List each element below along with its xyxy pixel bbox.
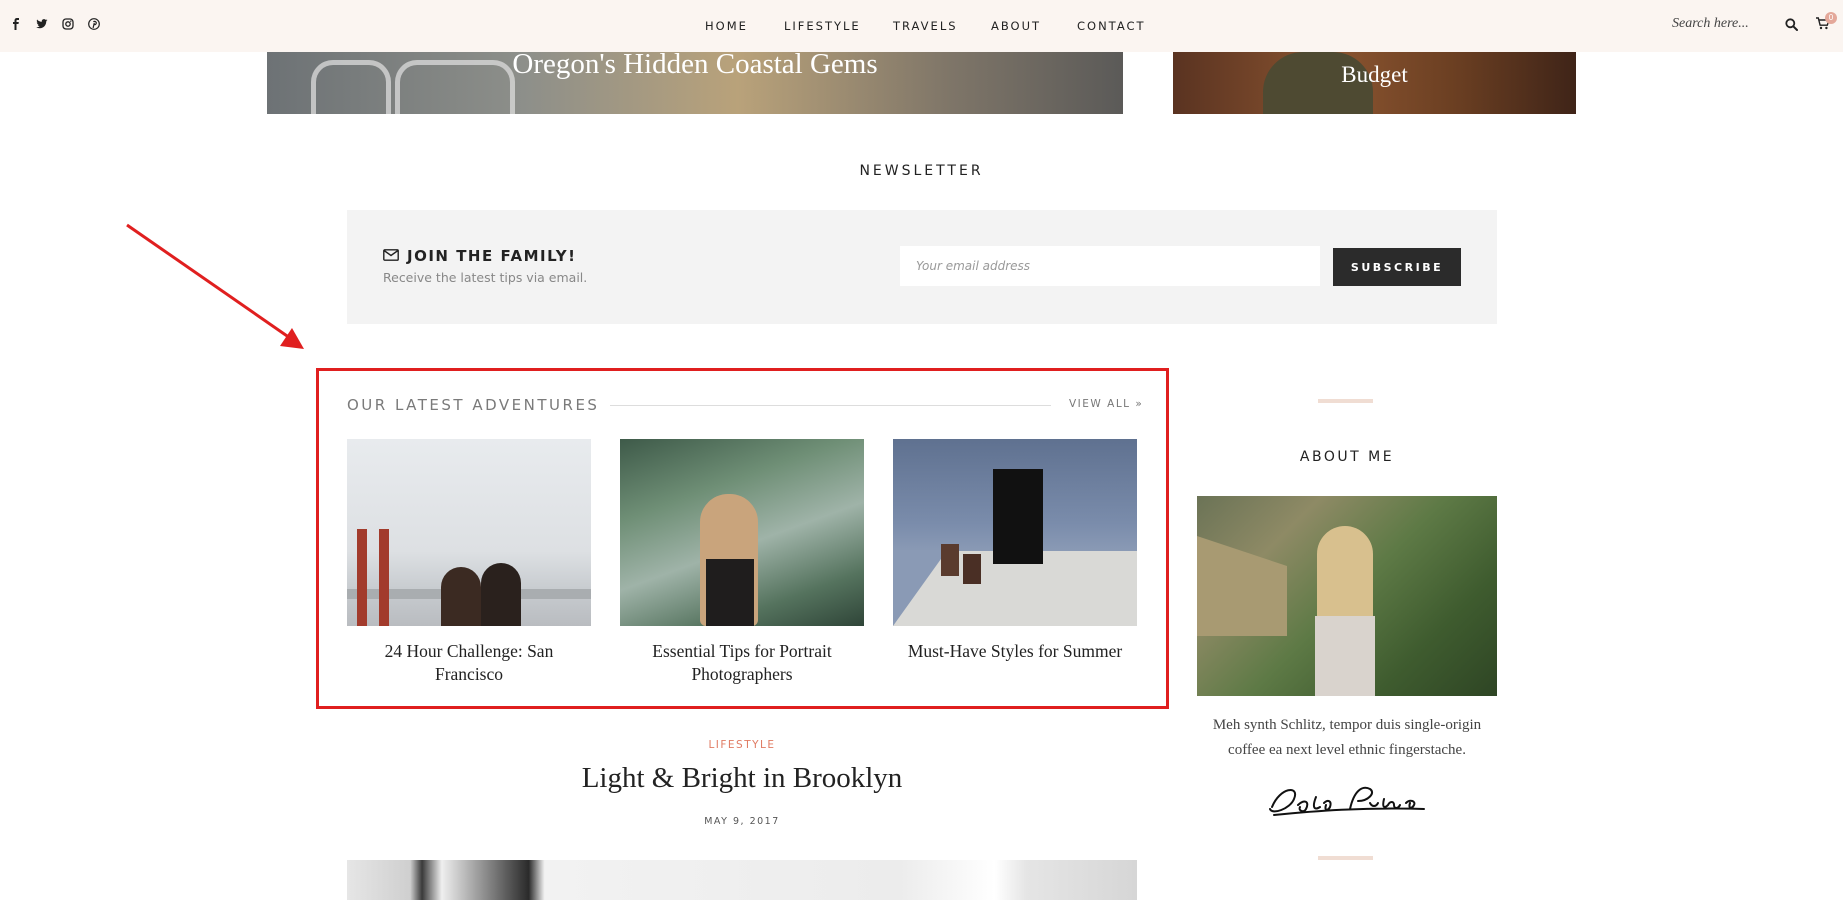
featured-post-image-budget[interactable]: Budget xyxy=(1173,52,1576,114)
post-featured-image[interactable] xyxy=(347,860,1137,900)
post-card-title[interactable]: 24 Hour Challenge: San Francisco xyxy=(347,640,591,686)
sidebar-divider xyxy=(1318,856,1373,860)
sidebar-divider xyxy=(1318,399,1373,403)
nav-item-travels[interactable]: TRAVELS xyxy=(893,19,958,33)
person-shape xyxy=(441,567,481,626)
boot-shape xyxy=(941,544,959,576)
person-shape xyxy=(481,563,521,626)
envelope-icon xyxy=(383,247,399,265)
featured-post-image-oregon[interactable]: Oregon's Hidden Coastal Gems xyxy=(267,52,1123,114)
post-category-link[interactable]: LIFESTYLE xyxy=(347,739,1137,751)
post-thumbnail[interactable] xyxy=(347,439,591,626)
newsletter-box: JOIN THE FAMILY! Receive the latest tips… xyxy=(347,210,1497,324)
nav-item-home[interactable]: HOME xyxy=(705,19,748,33)
post-thumbnail[interactable] xyxy=(893,439,1137,626)
newsletter-subtitle: Receive the latest tips via email. xyxy=(383,270,588,285)
search-input[interactable]: Search here... xyxy=(1672,16,1749,32)
sidebar-heading: ABOUT ME xyxy=(1299,449,1395,465)
about-me-photo xyxy=(1197,496,1497,696)
person-top-shape xyxy=(706,559,754,626)
post-title[interactable]: Light & Bright in Brooklyn xyxy=(347,762,1137,795)
signature-image xyxy=(1269,786,1425,816)
boot-shape xyxy=(963,554,981,584)
annotation-arrow xyxy=(126,223,304,349)
post-card-title[interactable]: Must-Have Styles for Summer xyxy=(893,640,1137,663)
section-divider xyxy=(610,405,1051,406)
featured-post-title[interactable]: Oregon's Hidden Coastal Gems xyxy=(267,52,1123,81)
view-all-link[interactable]: VIEW ALL » xyxy=(1069,398,1143,410)
cart-count-badge: 0 xyxy=(1825,12,1837,24)
subscribe-button[interactable]: SUBSCRIBE xyxy=(1333,248,1461,286)
section-heading: OUR LATEST ADVENTURES xyxy=(347,396,600,414)
post-card[interactable]: Essential Tips for Portrait Photographer… xyxy=(620,439,864,686)
email-field[interactable] xyxy=(900,246,1320,286)
bridge-tower-shape xyxy=(379,529,389,626)
post-card[interactable]: 24 Hour Challenge: San Francisco xyxy=(347,439,591,686)
nav-item-lifestyle[interactable]: LIFESTYLE xyxy=(784,19,861,33)
nav-item-contact[interactable]: CONTACT xyxy=(1077,19,1146,33)
post-thumbnail[interactable] xyxy=(620,439,864,626)
search-icon[interactable] xyxy=(1785,18,1798,36)
cliff-shape xyxy=(1197,536,1287,636)
post-card[interactable]: Must-Have Styles for Summer xyxy=(893,439,1137,663)
post-date: MAY 9, 2017 xyxy=(704,816,780,827)
newsletter-title: JOIN THE FAMILY! xyxy=(383,247,577,265)
featured-post-title[interactable]: Budget xyxy=(1173,62,1576,88)
post-card-title[interactable]: Essential Tips for Portrait Photographer… xyxy=(620,640,864,686)
nav-item-about[interactable]: ABOUT xyxy=(991,19,1041,33)
person-jacket-shape xyxy=(1315,616,1375,696)
about-me-text: Meh synth Schlitz, tempor duis single-or… xyxy=(1212,717,1482,758)
person-shape xyxy=(993,469,1043,564)
bridge-tower-shape xyxy=(357,529,367,626)
